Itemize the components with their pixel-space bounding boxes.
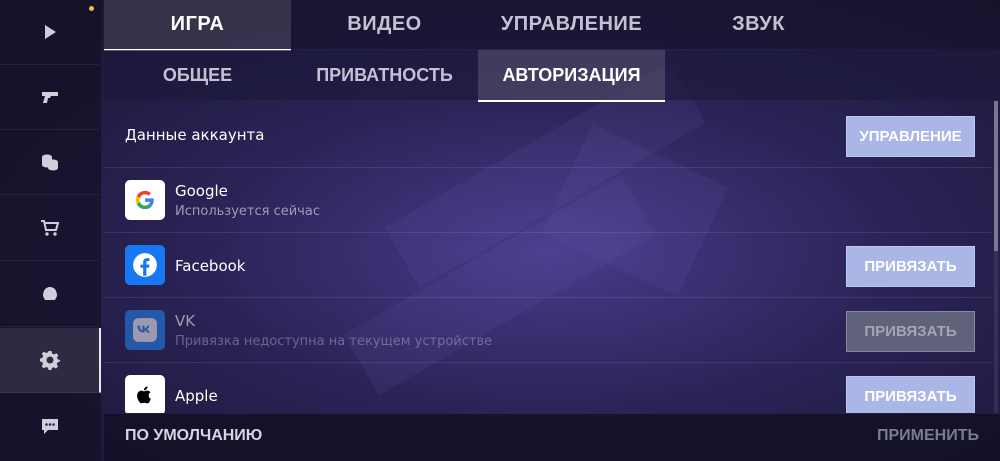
pistol-icon xyxy=(41,92,58,103)
provider-row-vk: VK Привязка недоступна на текущем устрой… xyxy=(104,298,992,363)
manage-account-button[interactable]: УПРАВЛЕНИЕ xyxy=(846,116,975,157)
sidebar-item-inventory[interactable] xyxy=(0,262,99,327)
apply-button[interactable]: ПРИМЕНИТЬ xyxy=(877,427,979,445)
gear-icon xyxy=(39,351,60,370)
subtab-privacy[interactable]: ПРИВАТНОСТЬ xyxy=(291,50,478,100)
sidebar-item-coins[interactable] xyxy=(0,130,99,195)
provider-name: Google xyxy=(175,182,228,200)
tab-video[interactable]: ВИДЕО xyxy=(291,0,478,49)
tab-game[interactable]: ИГРА xyxy=(104,0,291,51)
facebook-logo-icon xyxy=(125,245,165,285)
scroll-thumb[interactable] xyxy=(994,101,998,251)
vk-logo-icon xyxy=(125,310,165,350)
notification-dot xyxy=(89,6,94,11)
sidebar-item-play[interactable] xyxy=(0,0,99,65)
sidebar-item-settings[interactable] xyxy=(0,328,101,393)
sidebar xyxy=(0,0,101,461)
tab-sound[interactable]: ЗВУК xyxy=(665,0,852,49)
apple-logo-icon xyxy=(125,375,165,413)
provider-row-facebook: Facebook ПРИВЯЗАТЬ xyxy=(104,233,992,298)
subtab-authorization[interactable]: АВТОРИЗАЦИЯ xyxy=(478,50,665,102)
provider-name: Apple xyxy=(175,387,218,405)
link-vk-button[interactable]: ПРИВЯЗАТЬ xyxy=(846,311,975,352)
provider-status: Используется сейчас xyxy=(175,204,320,219)
tab-controls[interactable]: УПРАВЛЕНИЕ xyxy=(478,0,665,49)
cart-icon xyxy=(40,220,59,236)
provider-name: VK xyxy=(175,312,196,330)
account-title: Данные аккаунта xyxy=(125,126,265,144)
account-row: Данные аккаунта УПРАВЛЕНИЕ xyxy=(104,101,992,168)
footer: ПО УМОЛЧАНИЮ ПРИМЕНИТЬ xyxy=(104,414,1000,461)
google-logo-icon xyxy=(125,180,165,220)
top-tabs: ИГРА ВИДЕО УПРАВЛЕНИЕ ЗВУК xyxy=(104,0,1000,51)
provider-row-apple: Apple ПРИВЯЗАТЬ xyxy=(104,363,992,413)
sidebar-item-weapons[interactable] xyxy=(0,65,99,130)
auth-content: Данные аккаунта УПРАВЛЕНИЕ Google Исполь… xyxy=(104,101,992,413)
provider-name: Facebook xyxy=(175,257,246,275)
sub-tabs: ОБЩЕЕ ПРИВАТНОСТЬ АВТОРИЗАЦИЯ xyxy=(104,50,1000,102)
provider-row-google: Google Используется сейчас xyxy=(104,168,992,233)
sidebar-item-shop[interactable] xyxy=(0,196,99,261)
link-facebook-button[interactable]: ПРИВЯЗАТЬ xyxy=(846,246,975,287)
link-apple-button[interactable]: ПРИВЯЗАТЬ xyxy=(846,376,975,413)
play-icon xyxy=(44,25,56,39)
subtab-general[interactable]: ОБЩЕЕ xyxy=(104,50,291,100)
helmet-icon xyxy=(42,287,57,300)
scrollbar[interactable] xyxy=(994,101,998,413)
provider-status: Привязка недоступна на текущем устройств… xyxy=(175,334,493,349)
reset-defaults-button[interactable]: ПО УМОЛЧАНИЮ xyxy=(125,427,262,445)
coins-icon xyxy=(41,154,58,171)
chat-icon xyxy=(41,419,58,434)
sidebar-item-chat[interactable] xyxy=(0,394,99,458)
